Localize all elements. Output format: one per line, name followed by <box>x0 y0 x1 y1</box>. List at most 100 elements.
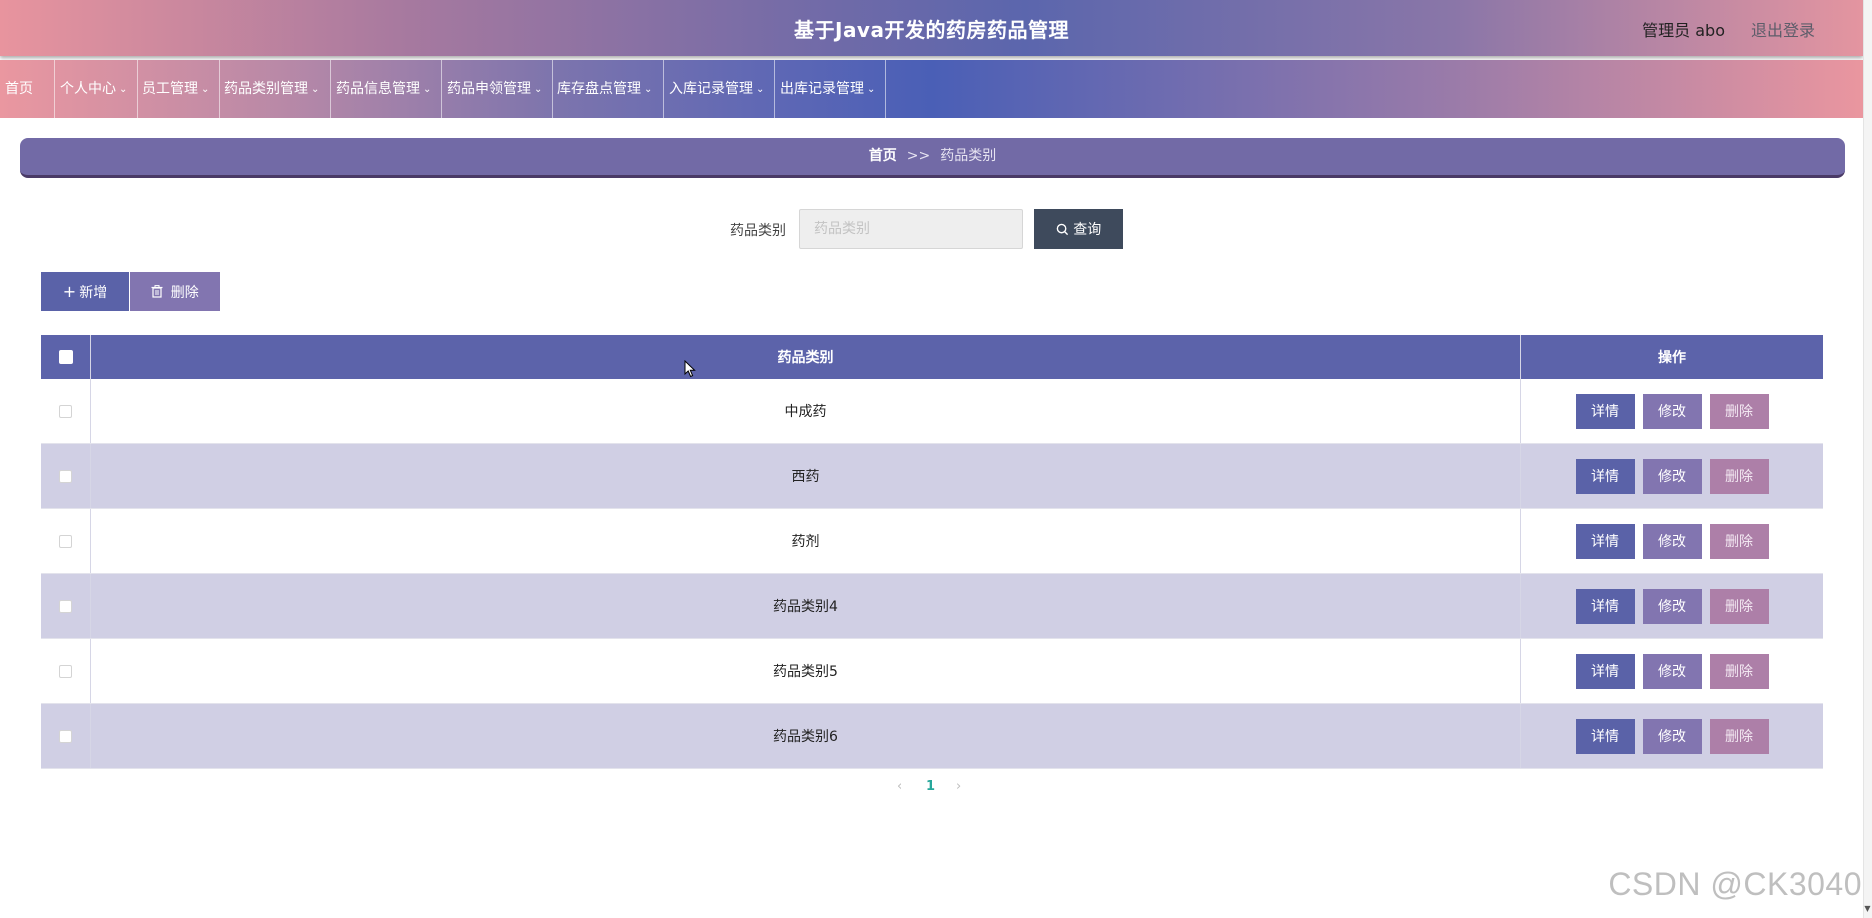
detail-button[interactable]: 详情 <box>1575 523 1635 559</box>
row-actions: 详情 修改 删除 <box>1521 574 1823 638</box>
row-actions: 详情 修改 删除 <box>1521 704 1823 768</box>
chevron-down-icon: ⌄ <box>119 84 128 95</box>
detail-button[interactable]: 详情 <box>1575 718 1635 754</box>
nav-item-label: 药品信息管理 <box>336 81 420 97</box>
detail-button[interactable]: 详情 <box>1575 653 1635 689</box>
chevron-down-icon: ⌄ <box>534 84 543 95</box>
search-input[interactable] <box>799 209 1023 249</box>
edit-button[interactable]: 修改 <box>1642 653 1702 689</box>
category-cell: 药品类别4 <box>91 574 1521 638</box>
nav-item-inventory[interactable]: 库存盘点管理 ⌄ <box>553 60 664 118</box>
row-check-cell <box>41 509 91 573</box>
search-button[interactable]: 查询 <box>1034 209 1123 249</box>
nav-item-label: 出库记录管理 <box>780 81 864 97</box>
row-actions: 详情 修改 删除 <box>1521 379 1823 443</box>
chevron-down-icon: ⌄ <box>423 84 432 95</box>
edit-button[interactable]: 修改 <box>1642 718 1702 754</box>
row-checkbox[interactable] <box>59 729 72 743</box>
row-check-cell <box>41 574 91 638</box>
edit-button[interactable]: 修改 <box>1642 523 1702 559</box>
category-cell: 中成药 <box>91 379 1521 443</box>
breadcrumb-current: 药品类别 <box>940 148 997 164</box>
delete-button[interactable]: 删除 <box>1709 718 1769 754</box>
delete-button[interactable]: 删除 <box>1709 523 1769 559</box>
batch-delete-label: 删除 <box>170 284 199 301</box>
row-checkbox[interactable] <box>59 469 72 483</box>
current-user: 管理员 abo <box>1642 21 1725 40</box>
next-page-button[interactable]: › <box>956 779 961 794</box>
detail-button[interactable]: 详情 <box>1575 588 1635 624</box>
top-header: 基于Java开发的药房药品管理 管理员 abo 退出登录 <box>0 0 1863 56</box>
table-header: 药品类别 操作 <box>41 335 1823 379</box>
row-checkbox[interactable] <box>59 599 72 613</box>
chevron-down-icon: ⌄ <box>644 84 653 95</box>
nav-item-drug-category[interactable]: 药品类别管理 ⌄ <box>220 60 331 118</box>
nav-item-stock-out[interactable]: 出库记录管理 ⌄ <box>775 60 886 118</box>
nav-item-personal-center[interactable]: 个人中心 ⌄ <box>55 60 138 118</box>
breadcrumb: 首页 >> 药品类别 <box>20 138 1845 178</box>
main-nav: 首页 个人中心 ⌄ 员工管理 ⌄ 药品类别管理 ⌄ 药品信息管理 ⌄ 药品申领管理 ⌄ 库… <box>0 60 1863 118</box>
table-row: 西药 详情 修改 删除 <box>41 444 1823 509</box>
nav-item-drug-info[interactable]: 药品信息管理 ⌄ <box>331 60 442 118</box>
category-cell: 药剂 <box>91 509 1521 573</box>
add-button-label: 新增 <box>79 284 108 301</box>
nav-item-stock-in[interactable]: 入库记录管理 ⌄ <box>664 60 775 118</box>
table-row: 药品类别4 详情 修改 删除 <box>41 574 1823 639</box>
select-all-checkbox[interactable] <box>58 350 73 364</box>
column-header-category: 药品类别 <box>91 335 1521 379</box>
edit-button[interactable]: 修改 <box>1642 588 1702 624</box>
delete-button[interactable]: 删除 <box>1709 458 1769 494</box>
detail-button[interactable]: 详情 <box>1575 393 1635 429</box>
logout-link[interactable]: 退出登录 <box>1751 17 1815 41</box>
prev-page-button[interactable]: ‹ <box>897 779 902 794</box>
pagination: ‹ 1 › <box>880 779 980 799</box>
site-title: 基于Java开发的药房药品管理 <box>794 18 1069 42</box>
chevron-down-icon: ⌄ <box>867 84 876 95</box>
nav-item-label: 首页 <box>5 81 33 97</box>
row-check-cell <box>41 639 91 703</box>
row-check-cell <box>41 704 91 768</box>
trash-icon <box>151 284 170 301</box>
chevron-down-icon: ⌄ <box>201 84 210 95</box>
scroll-down-arrow-icon[interactable]: ▼ <box>1863 904 1872 918</box>
row-checkbox[interactable] <box>59 534 72 548</box>
add-button[interactable]: + 新增 <box>41 272 129 311</box>
row-check-cell <box>41 379 91 443</box>
batch-delete-button[interactable]: 删除 <box>130 272 220 311</box>
nav-item-label: 入库记录管理 <box>669 81 753 97</box>
row-actions: 详情 修改 删除 <box>1521 509 1823 573</box>
row-actions: 详情 修改 删除 <box>1521 639 1823 703</box>
delete-button[interactable]: 删除 <box>1709 393 1769 429</box>
breadcrumb-separator: >> <box>906 148 931 164</box>
table-row: 中成药 详情 修改 删除 <box>41 379 1823 444</box>
category-table: 药品类别 操作 中成药 详情 修改 删除 西药 详情 修改 删除 药剂 详情 修… <box>41 335 1823 769</box>
category-cell: 药品类别5 <box>91 639 1521 703</box>
edit-button[interactable]: 修改 <box>1642 458 1702 494</box>
nav-item-label: 药品申领管理 <box>447 81 531 97</box>
chevron-down-icon: ⌄ <box>756 84 765 95</box>
nav-item-employee[interactable]: 员工管理 ⌄ <box>138 60 220 118</box>
nav-item-label: 药品类别管理 <box>224 81 308 97</box>
edit-button[interactable]: 修改 <box>1642 393 1702 429</box>
nav-item-home[interactable]: 首页 <box>0 60 55 118</box>
delete-button[interactable]: 删除 <box>1709 653 1769 689</box>
row-actions: 详情 修改 删除 <box>1521 444 1823 508</box>
category-cell: 药品类别6 <box>91 704 1521 768</box>
row-checkbox[interactable] <box>59 664 72 678</box>
plus-icon: + <box>62 281 77 301</box>
watermark: CSDN @CK3040 <box>1608 866 1862 902</box>
breadcrumb-home[interactable]: 首页 <box>869 148 897 164</box>
detail-button[interactable]: 详情 <box>1575 458 1635 494</box>
table-row: 药品类别6 详情 修改 删除 <box>41 704 1823 769</box>
delete-button[interactable]: 删除 <box>1709 588 1769 624</box>
vertical-scrollbar[interactable]: ▼ <box>1863 0 1872 918</box>
mouse-cursor-icon <box>684 360 696 378</box>
nav-item-drug-request[interactable]: 药品申领管理 ⌄ <box>442 60 553 118</box>
category-cell: 西药 <box>91 444 1521 508</box>
column-header-actions: 操作 <box>1658 350 1686 366</box>
page-number-button[interactable]: 1 <box>926 779 935 794</box>
chevron-down-icon: ⌄ <box>311 84 320 95</box>
search-icon <box>1056 222 1073 238</box>
row-check-cell <box>41 444 91 508</box>
row-checkbox[interactable] <box>59 404 72 418</box>
